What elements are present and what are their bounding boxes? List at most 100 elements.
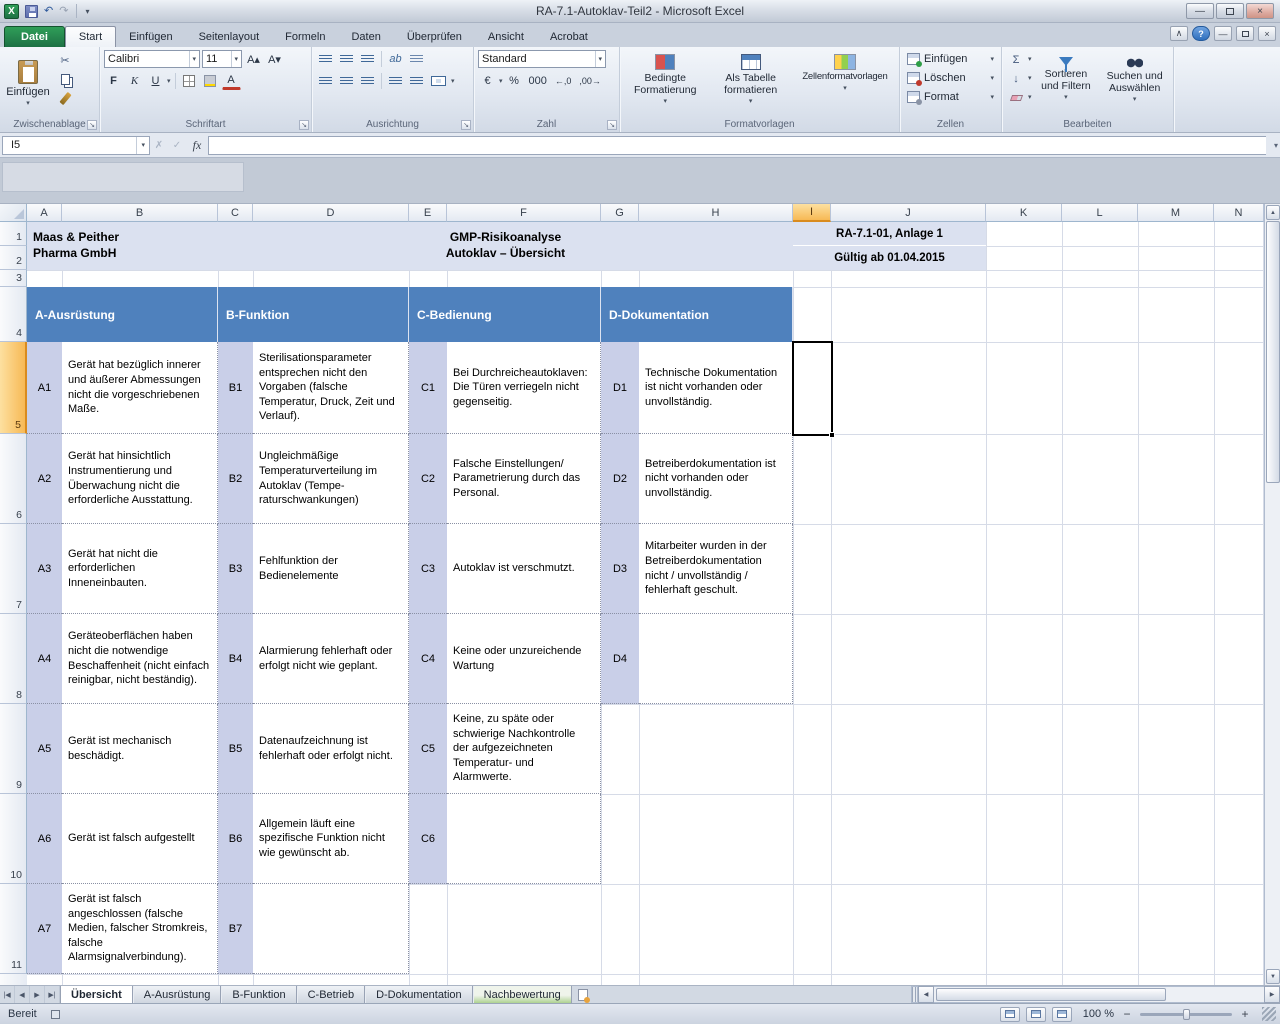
zoom-in-button[interactable]: + <box>1238 1007 1252 1021</box>
cell-H8[interactable] <box>639 614 793 704</box>
zoom-slider-thumb[interactable] <box>1183 1009 1190 1020</box>
help-icon[interactable]: ? <box>1192 26 1210 41</box>
cell-doc-ref[interactable]: RA-7.1-01, Anlage 1 <box>793 222 986 246</box>
insert-worksheet-button[interactable] <box>572 986 594 1003</box>
scroll-left-button[interactable]: ◀ <box>918 986 934 1003</box>
grow-font-button[interactable]: A▴ <box>244 50 263 68</box>
view-page-break-button[interactable] <box>1052 1007 1072 1022</box>
align-middle-button[interactable] <box>337 50 356 68</box>
shrink-font-button[interactable]: A▾ <box>265 50 284 68</box>
cell-A6[interactable]: A2 <box>27 434 62 524</box>
cell-F10[interactable] <box>447 794 601 884</box>
copy-button[interactable] <box>55 71 75 88</box>
cancel-entry-icon[interactable]: ✗ <box>150 136 168 154</box>
cell-E5[interactable]: C1 <box>409 342 447 434</box>
cell-D5[interactable]: Sterilisationsparameter entsprechen nich… <box>253 342 409 434</box>
conditional-formatting-button[interactable]: Bedingte Formatierung ▾ <box>624 50 706 116</box>
italic-button[interactable]: K <box>125 72 144 90</box>
column-header-B[interactable]: B <box>62 204 218 222</box>
cell-C5[interactable]: B1 <box>218 342 253 434</box>
format-as-table-button[interactable]: Als Tabelle formatieren ▾ <box>709 50 791 116</box>
minimize-button[interactable]: — <box>1186 3 1214 19</box>
tab-ueberpruefen[interactable]: Überprüfen <box>394 26 475 47</box>
tab-acrobat[interactable]: Acrobat <box>537 26 601 47</box>
column-header-N[interactable]: N <box>1214 204 1264 222</box>
column-header-J[interactable]: J <box>831 204 986 222</box>
column-header-M[interactable]: M <box>1138 204 1214 222</box>
column-header-H[interactable]: H <box>639 204 793 222</box>
column-header-I[interactable]: I <box>793 204 831 222</box>
align-left-button[interactable] <box>316 72 335 90</box>
orientation-button[interactable]: ab <box>386 50 405 68</box>
format-painter-button[interactable] <box>55 90 75 107</box>
row-header-9[interactable]: 9 <box>0 704 27 794</box>
underline-button[interactable]: U <box>146 72 165 90</box>
cell-B5[interactable]: Gerät hat bezüglich innerer und äußerer … <box>62 342 218 434</box>
cell-C8[interactable]: B4 <box>218 614 253 704</box>
borders-button[interactable] <box>180 72 199 90</box>
sort-filter-button[interactable]: Sortieren und Filtern ▾ <box>1035 50 1098 116</box>
increase-decimal-button[interactable]: ←,0 <box>552 72 575 90</box>
tab-einfuegen[interactable]: Einfügen <box>116 26 185 47</box>
cell-E9[interactable]: C5 <box>409 704 447 794</box>
cell-G6[interactable]: D2 <box>601 434 639 524</box>
row-header-10[interactable]: 10 <box>0 794 27 884</box>
sheet-tab-d-dokumentation[interactable]: D-Dokumentation <box>365 986 473 1003</box>
fill-button[interactable]: ↓ <box>1006 70 1026 87</box>
column-header-K[interactable]: K <box>986 204 1062 222</box>
paste-button[interactable]: Einfügen ▾ <box>4 50 52 116</box>
view-normal-button[interactable] <box>1000 1007 1020 1022</box>
first-sheet-button[interactable]: |◀ <box>0 986 15 1003</box>
cell-C6[interactable]: B2 <box>218 434 253 524</box>
sheet-tab-nachbewertung[interactable]: Nachbewertung <box>473 986 572 1003</box>
formula-input[interactable] <box>208 136 1266 155</box>
select-all-corner[interactable] <box>0 204 27 222</box>
row-header-1[interactable]: 1 <box>0 222 27 246</box>
section-header-funktion[interactable]: B-Funktion <box>218 287 409 342</box>
column-header-G[interactable]: G <box>601 204 639 222</box>
cell-F5[interactable]: Bei Durchreicheautoklaven: Die Türen ver… <box>447 342 601 434</box>
fill-handle[interactable] <box>829 432 835 438</box>
selected-cell-I5[interactable] <box>792 341 833 436</box>
cell-F7[interactable]: Autoklav ist verschmutzt. <box>447 524 601 614</box>
cell-D8[interactable]: Alarmierung fehlerhaft oder erfolgt nich… <box>253 614 409 704</box>
row-header-8[interactable]: 8 <box>0 614 27 704</box>
enter-entry-icon[interactable]: ✓ <box>168 136 186 154</box>
bold-button[interactable]: F <box>104 72 123 90</box>
cell-A11[interactable]: A7 <box>27 884 62 974</box>
clear-button[interactable] <box>1006 89 1026 106</box>
close-button[interactable]: × <box>1246 3 1274 19</box>
dialog-launcher-icon[interactable]: ↘ <box>461 120 471 130</box>
column-header-A[interactable]: A <box>27 204 62 222</box>
column-header-C[interactable]: C <box>218 204 253 222</box>
wrap-text-button[interactable] <box>407 50 426 68</box>
cell-H5[interactable]: Technische Dokumentation ist nicht vorha… <box>639 342 793 434</box>
cell-D11[interactable] <box>253 884 409 974</box>
view-page-layout-button[interactable] <box>1026 1007 1046 1022</box>
macro-record-icon[interactable] <box>51 1010 60 1019</box>
prev-sheet-button[interactable]: ◀ <box>15 986 30 1003</box>
cell-valid-from[interactable]: Gültig ab 01.04.2015 <box>793 246 986 270</box>
percent-style-button[interactable]: % <box>505 72 524 90</box>
number-format-combo[interactable]: Standard▾ <box>478 50 606 68</box>
workbook-close-button[interactable]: × <box>1258 26 1276 41</box>
cell-E10[interactable]: C6 <box>409 794 447 884</box>
dialog-launcher-icon[interactable]: ↘ <box>299 120 309 130</box>
cell-A9[interactable]: A5 <box>27 704 62 794</box>
font-name-combo[interactable]: Calibri▾ <box>104 50 200 68</box>
section-header-dokumentation[interactable]: D-Dokumentation <box>601 287 793 342</box>
cell-C7[interactable]: B3 <box>218 524 253 614</box>
cell-D6[interactable]: Ungleichmäßige Temperaturverteilung im A… <box>253 434 409 524</box>
cell-C10[interactable]: B6 <box>218 794 253 884</box>
align-right-button[interactable] <box>358 72 377 90</box>
expand-formula-bar-icon[interactable]: ▾ <box>1274 141 1278 150</box>
dialog-launcher-icon[interactable]: ↘ <box>607 120 617 130</box>
cell-C11[interactable]: B7 <box>218 884 253 974</box>
delete-cells-button[interactable]: Löschen ▾ <box>904 69 997 87</box>
cell-B7[interactable]: Gerät hat nicht die erforderlichen Innen… <box>62 524 218 614</box>
decrease-decimal-button[interactable]: ,00→ <box>576 72 604 90</box>
cell-H6[interactable]: Betreiberdokumentation ist nicht vorhand… <box>639 434 793 524</box>
cell-B10[interactable]: Gerät ist falsch aufgestellt <box>62 794 218 884</box>
scroll-down-button[interactable]: ▼ <box>1266 969 1280 984</box>
cell-company[interactable]: Maas & Peither Pharma GmbH <box>27 222 218 270</box>
